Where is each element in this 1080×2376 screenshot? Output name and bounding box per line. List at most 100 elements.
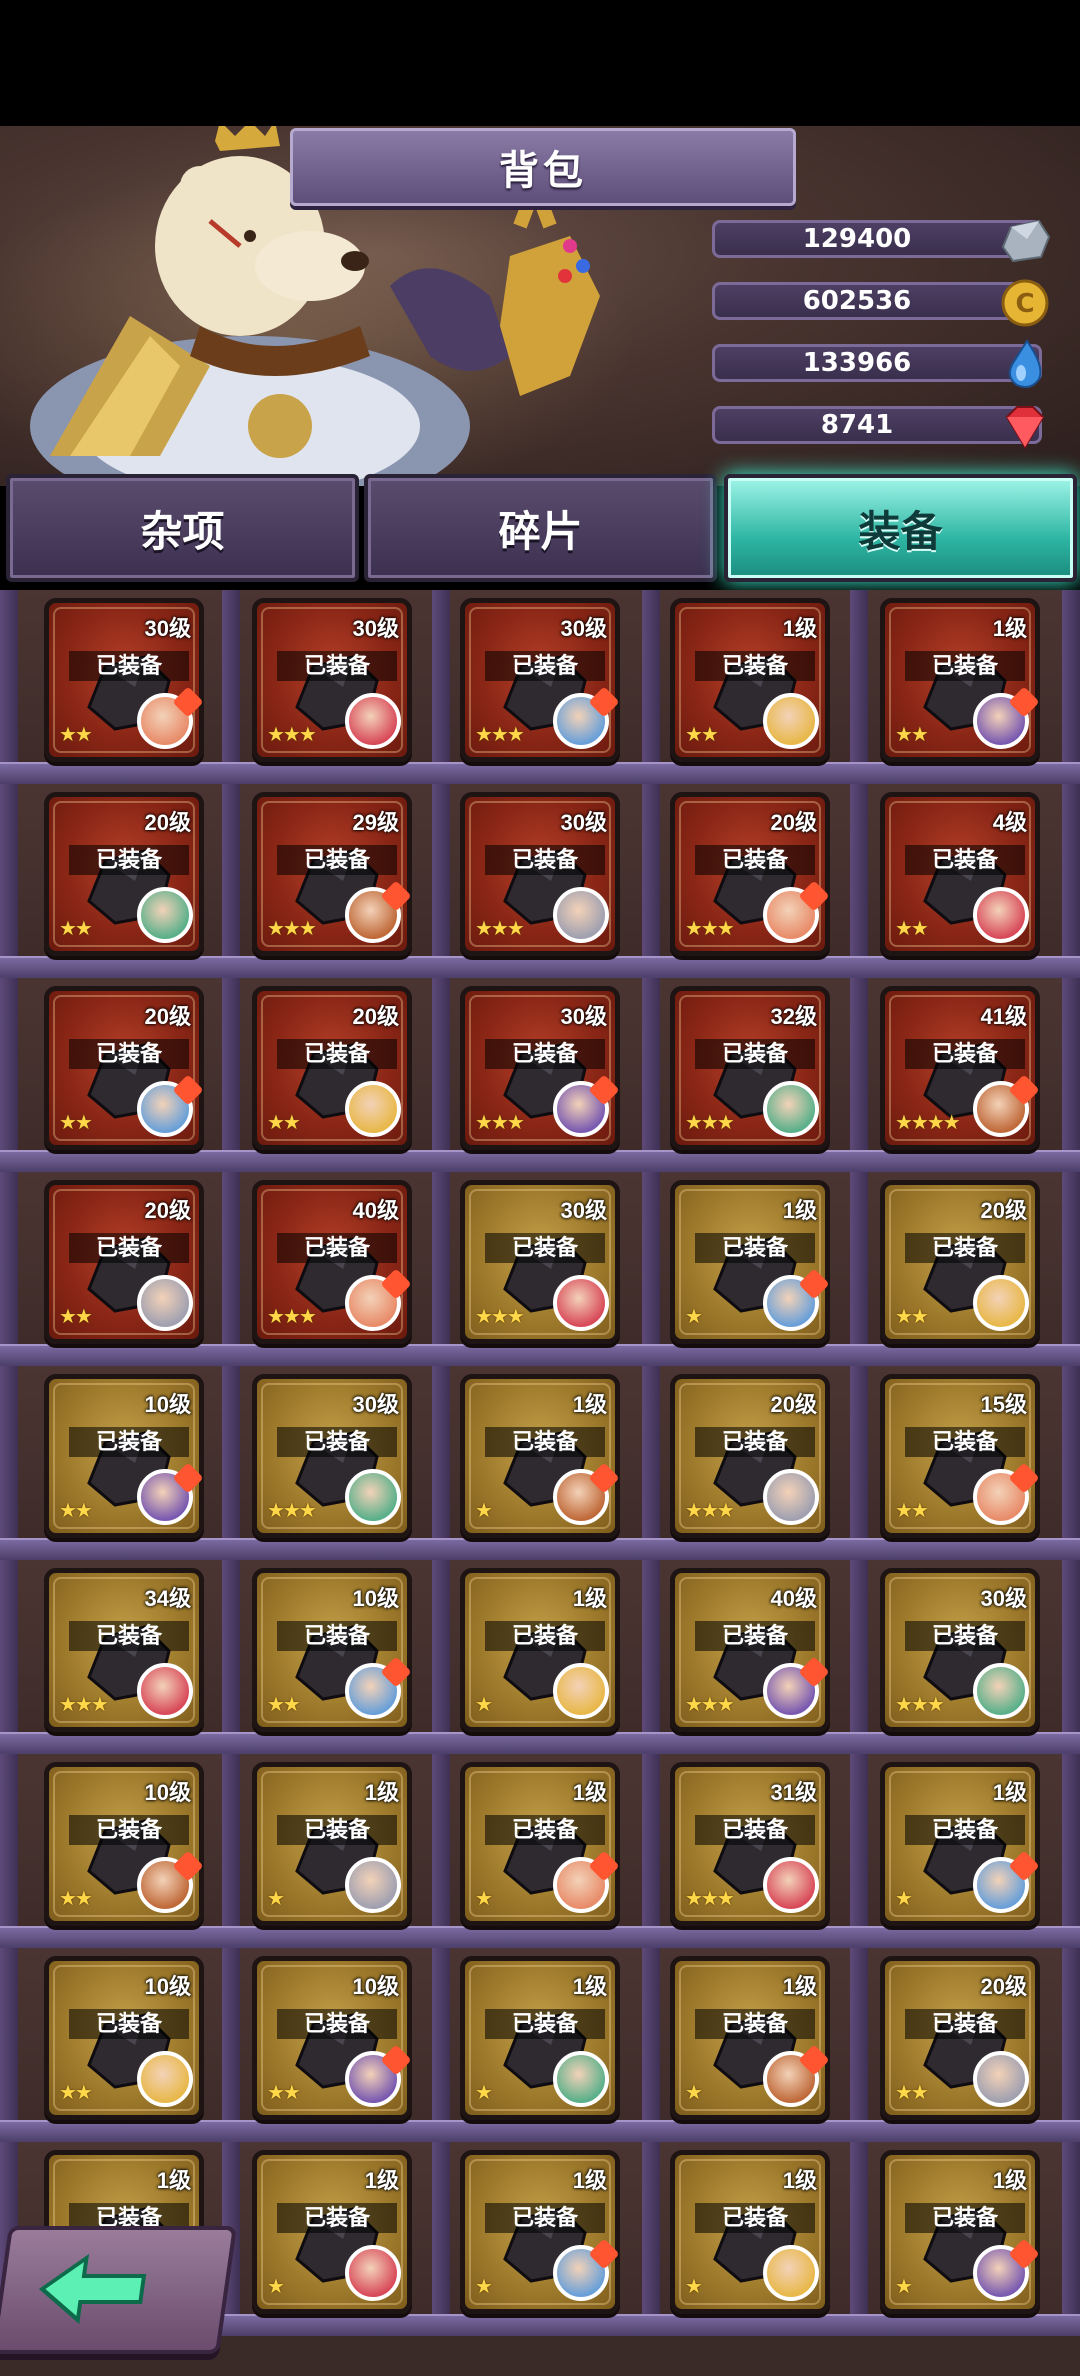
shelf-post [432,1560,450,1754]
shelf-board [0,1344,1080,1366]
equipment-slot[interactable]: 41级 已装备 ★★★★ [880,986,1040,1150]
item-level: 20级 [352,1004,399,1029]
equipment-slot[interactable]: 40级 已装备 ★★★ [252,1180,412,1344]
equipment-slot[interactable]: 20级 已装备 ★★★ [670,1374,830,1538]
shelf-post [642,2142,660,2336]
status-bar [0,0,1080,126]
equipment-slot[interactable]: 29级 已装备 ★★★ [252,792,412,956]
star-rating: ★★★ [475,1112,525,1134]
equipment-slot[interactable]: 1级已装备 ★ [460,1956,620,2120]
star-rating: ★★★ [267,1500,317,1522]
equipment-slot[interactable]: 30级 已装备 ★★★ [460,598,620,762]
item-level: 32级 [770,1004,817,1029]
equipment-slot[interactable]: 30级 已装备 ★★★ [252,598,412,762]
equipment-slot[interactable]: 10级 已装备 ★★ [44,1762,204,1926]
equipped-label: 已装备 [905,1621,1025,1651]
star-rating: ★★★★ [895,1112,961,1134]
shelf-post [850,978,868,1172]
back-button[interactable] [0,2226,237,2354]
shelf-row: 34级 已装备 ★★★ 10级 已装备 ★★ 1级 已装备 ★ 40级 已装备 ★★★ 30级 已装备 ★★… [0,1560,1080,1754]
shelf-post [0,784,18,978]
equipment-slot[interactable]: 20级 已装备 ★★ [44,1180,204,1344]
equipment-slot[interactable]: 20级 已装备 ★★ [252,986,412,1150]
hero-avatar [973,1663,1029,1719]
item-level: 1级 [782,616,817,641]
shelf-board [0,1538,1080,1560]
stone-icon [1001,219,1051,263]
star-rating: ★★ [685,724,719,746]
star-rating: ★★ [59,1500,93,1522]
equipment-slot[interactable]: 20级 已装备 ★★ [880,1956,1040,2120]
equipment-slot[interactable]: 1级已装备 ★ [670,1956,830,2120]
star-rating: ★★★ [475,918,525,940]
tab-equipment[interactable]: 装备 [724,474,1077,582]
category-tabs: 杂项 碎片 装备 [0,474,1080,584]
equipment-slot[interactable]: 10级 已装备 ★★ [44,1956,204,2120]
equipment-slot[interactable]: 1级已装备 ★ [460,1568,620,1732]
equipment-slot[interactable]: 1级已装备 ★ [670,1180,830,1344]
equipment-slot[interactable]: 30级 已装备 ★★★ [460,792,620,956]
equipment-slot[interactable]: 34级 已装备 ★★★ [44,1568,204,1732]
star-rating: ★★★ [267,1306,317,1328]
item-level: 1级 [572,1780,607,1805]
tab-fragments[interactable]: 碎片 [364,474,717,582]
equipment-slot[interactable]: 40级 已装备 ★★★ [670,1568,830,1732]
currency-gold: 602536 C [712,279,1049,327]
currency-gem: 8741 [712,406,1045,449]
equipped-label: 已装备 [69,1233,189,1263]
equipment-slot[interactable]: 1级已装备 ★ [460,1374,620,1538]
equipment-slot[interactable]: 1级 已装备 ★★ [880,598,1040,762]
equipment-slot[interactable]: 10级 已装备 ★★ [252,1956,412,2120]
equipment-slot[interactable]: 20级 已装备 ★★ [44,986,204,1150]
equipment-slot[interactable]: 30级 已装备 ★★ [44,598,204,762]
item-level: 30级 [144,616,191,641]
shelf-post [642,590,660,784]
shelf-post [0,1172,18,1366]
item-level: 10级 [144,1392,191,1417]
hero-avatar [973,1275,1029,1331]
equipment-slot[interactable]: 30级 已装备 ★★★ [252,1374,412,1538]
equipment-slot[interactable]: 30级 已装备 ★★★ [880,1568,1040,1732]
item-level: 10级 [352,1586,399,1611]
equipment-slot[interactable]: 10级 已装备 ★★ [252,1568,412,1732]
equipment-slot[interactable]: 1级已装备 ★ [460,1762,620,1926]
equipment-slot[interactable]: 20级 已装备 ★★★ [670,792,830,956]
tab-fragments-label: 碎片 [498,507,583,555]
equipment-slot[interactable]: 1级已装备 ★ [460,2150,620,2314]
svg-text:C: C [1015,289,1034,319]
equipment-slot[interactable]: 10级 已装备 ★★ [44,1374,204,1538]
shelf-post [1062,1560,1080,1754]
hero-avatar [763,1081,819,1137]
equipment-slot[interactable]: 4级 已装备 ★★ [880,792,1040,956]
shelf-board [0,1732,1080,1754]
equipment-slot[interactable]: 1级已装备 ★ [252,2150,412,2314]
equipment-slot[interactable]: 32级 已装备 ★★★ [670,986,830,1150]
equipment-slot[interactable]: 1级已装备 ★ [252,1762,412,1926]
star-rating: ★ [475,1888,493,1910]
equipment-slot[interactable]: 1级已装备 ★ [880,1762,1040,1926]
item-level: 15级 [980,1392,1027,1417]
hero-avatar [763,1857,819,1913]
equipment-slot[interactable]: 20级 已装备 ★★ [880,1180,1040,1344]
shelf-row: 20级 已装备 ★★ 40级 已装备 ★★★ 30级 已装备 ★★★ 1级 已装备 ★ 20级 已装备 ★★ [0,1172,1080,1366]
star-rating: ★★ [267,1112,301,1134]
tab-equipment-label: 装备 [858,507,943,555]
equipment-slot[interactable]: 31级 已装备 ★★★ [670,1762,830,1926]
star-rating: ★ [895,1888,913,1910]
hero-avatar [553,1663,609,1719]
equipment-slot[interactable]: 1级已装备 ★ [880,2150,1040,2314]
equipment-slot[interactable]: 30级 已装备 ★★★ [460,1180,620,1344]
shelf-post [0,1366,18,1560]
hero-avatar [137,1663,193,1719]
equipment-slot[interactable]: 20级 已装备 ★★ [44,792,204,956]
item-level: 1级 [992,1780,1027,1805]
tab-misc[interactable]: 杂项 [6,474,359,582]
equipment-slot[interactable]: 15级 已装备 ★★ [880,1374,1040,1538]
equipment-slot[interactable]: 30级 已装备 ★★★ [460,986,620,1150]
water-drop-icon [1008,339,1042,388]
shelf-board [0,762,1080,784]
hero-avatar [763,2245,819,2301]
star-rating: ★ [475,1694,493,1716]
equipment-slot[interactable]: 1级 已装备 ★★ [670,598,830,762]
equipment-slot[interactable]: 1级已装备 ★ [670,2150,830,2314]
